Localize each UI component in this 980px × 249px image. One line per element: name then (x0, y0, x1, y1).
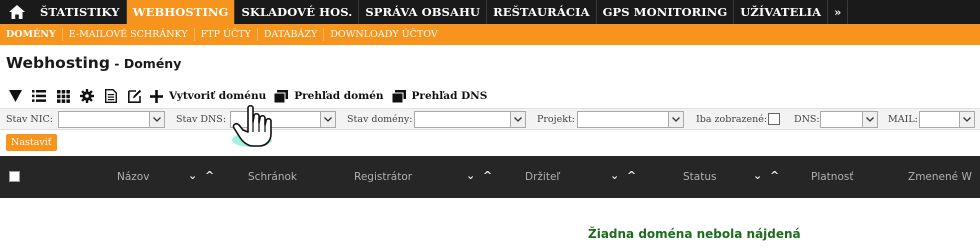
filter-label-stav-dns: Stav DNS: (176, 114, 227, 125)
filter-button[interactable] (6, 87, 24, 105)
filter-label-mail: MAIL: (888, 114, 918, 125)
hand-pointer-icon (232, 104, 272, 147)
filter-label-stav-domeny: Stav domény: (347, 114, 413, 125)
sort-drzitel-icon[interactable]: ⌄ ^ (610, 169, 638, 182)
column-header-nazov[interactable]: Názov (117, 171, 149, 183)
nav-item-gps-monitoring[interactable]: GPS MONITORING (597, 0, 735, 24)
dns-overview-label: Prehľad DNS (411, 90, 488, 102)
domains-overview-label: Prehľad domén (294, 90, 384, 102)
sub-nav: DOMÉNY E-MAILOVÉ SCHRÁNKY FTP ÚČTY DATAB… (0, 24, 980, 45)
home-icon (9, 5, 25, 19)
chevron-down-icon (668, 112, 683, 127)
select-all-checkbox[interactable] (9, 171, 20, 182)
sort-status-icon[interactable]: ⌄ ^ (753, 169, 781, 182)
nav-item-sprava-obsahu[interactable]: SPRÁVA OBSAHU (359, 0, 488, 24)
column-header-drzitel[interactable]: Držiteľ (525, 171, 560, 183)
column-header-schranok[interactable]: Schránok (248, 171, 297, 183)
nav-item-webhosting[interactable]: WEBHOSTING (126, 0, 236, 24)
home-button[interactable] (0, 0, 34, 24)
empty-state-message: Žiadna doména nebola nájdená (588, 227, 801, 241)
page-title-main: Webhosting (6, 54, 110, 72)
edit-icon (128, 89, 142, 103)
dns-overview-button[interactable]: Prehľad DNS (391, 89, 488, 103)
dns-select[interactable] (820, 111, 878, 128)
create-domain-label: Vytvoriť doménu (169, 90, 267, 102)
nav-item-statistiky[interactable]: ŠTATISTIKY (34, 0, 127, 24)
empty-state: Žiadna doména nebola nájdená (588, 223, 801, 242)
gear-icon (80, 89, 94, 103)
page-title-sub: Domény (123, 56, 182, 71)
copy-icon (274, 89, 289, 103)
chevron-down-icon (320, 112, 335, 127)
page-title: Webhosting - Domény (6, 53, 181, 72)
stav-domeny-select[interactable] (414, 111, 526, 128)
filter-label-dns: DNS: (794, 114, 820, 125)
toolbar: Vytvoriť doménu Prehľad domén Prehľad DN… (6, 87, 495, 105)
column-header-zmenene[interactable]: Zmenené W (908, 171, 972, 183)
column-header-registrator[interactable]: Registrátor (354, 171, 412, 183)
table-header: Názov ⌄ ^ Schránok Registrátor ⌄ ^ Držit… (0, 156, 980, 198)
chevron-down-icon (959, 112, 974, 127)
filter-label-projekt: Projekt: (537, 114, 575, 125)
filter-icon (8, 90, 22, 102)
filter-label-stav-nic: Stav NIC: (6, 114, 53, 125)
mail-select[interactable] (919, 111, 975, 128)
chevron-down-icon (149, 112, 164, 127)
nav-item-skladove-hos[interactable]: SKLADOVÉ HOS. (235, 0, 360, 24)
chevron-down-icon (510, 112, 525, 127)
plus-icon (150, 89, 163, 103)
top-nav: ŠTATISTIKY WEBHOSTING SKLADOVÉ HOS. SPRÁ… (0, 0, 980, 24)
page-title-separator: - (109, 56, 124, 71)
edit-button[interactable] (126, 87, 144, 105)
apply-filter-button[interactable]: Nastaviť (6, 134, 57, 151)
document-icon (105, 89, 117, 103)
nav-item-restauracia[interactable]: REŠTAURÁCIA (487, 0, 597, 24)
chevron-down-icon (862, 112, 877, 127)
subnav-item-downloady-uctov[interactable]: DOWNLOADY ÚČTOV (324, 28, 443, 41)
stav-nic-select[interactable] (58, 111, 165, 128)
grid-view-button[interactable] (54, 87, 72, 105)
copy-icon (391, 89, 406, 103)
settings-button[interactable] (78, 87, 96, 105)
iba-zobrazene-checkbox[interactable] (768, 113, 780, 125)
list-icon (32, 90, 46, 102)
hand-cursor (228, 104, 280, 154)
subnav-item-emailove-schranky[interactable]: E-MAILOVÉ SCHRÁNKY (63, 28, 195, 41)
nav-more[interactable]: » (828, 0, 849, 24)
sort-registrator-icon[interactable]: ⌄ ^ (466, 169, 494, 182)
grid-icon (56, 89, 70, 103)
domains-overview-button[interactable]: Prehľad domén (274, 89, 384, 103)
projekt-select[interactable] (577, 111, 684, 128)
subnav-item-ftp-ucty[interactable]: FTP ÚČTY (195, 28, 258, 41)
subnav-item-domeny[interactable]: DOMÉNY (0, 28, 63, 41)
column-header-status[interactable]: Status (683, 171, 716, 183)
filter-label-iba-zobrazene: Iba zobrazené: (696, 114, 768, 125)
create-domain-button[interactable]: Vytvoriť doménu (150, 89, 267, 103)
sort-nazov-icon[interactable]: ⌄ ^ (188, 169, 216, 182)
filter-bar: Stav NIC: Stav DNS: Stav domény: Projekt… (0, 108, 980, 130)
subnav-item-databazy[interactable]: DATABÁZY (258, 28, 325, 41)
list-view-button[interactable] (30, 87, 48, 105)
column-header-platnost[interactable]: Platnosť (811, 171, 853, 183)
nav-item-uzivatelia[interactable]: UŽÍVATELIA (734, 0, 829, 24)
document-button[interactable] (102, 87, 120, 105)
